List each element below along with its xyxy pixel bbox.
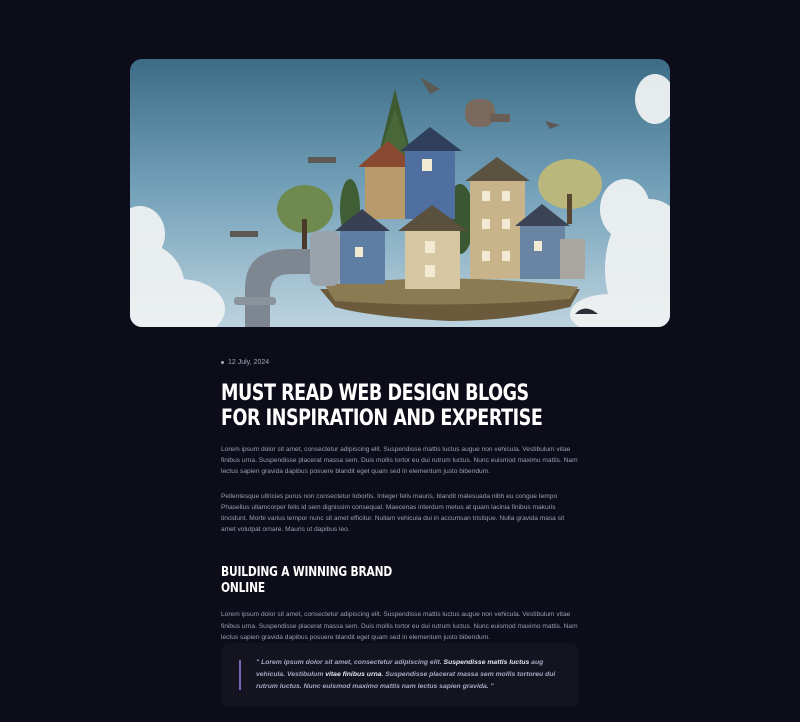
article-body: 12 July, 2024 Must Read Web Design Blogs… — [221, 355, 579, 643]
quote-emphasis: Suspendisse mattis luctus — [443, 659, 530, 666]
floating-houses-illustration — [130, 74, 670, 327]
quote-emphasis: vitae finibus urna — [325, 671, 382, 678]
section-paragraph: Lorem ipsum dolor sit amet, consectetur … — [221, 611, 578, 641]
post-meta: 12 July, 2024 — [221, 355, 579, 369]
intro-paragraph-2: Pellentesque ultricies purus non consect… — [221, 492, 565, 534]
bullet-dot-icon — [221, 360, 224, 364]
quote-text: " Lorem ipsum dolor sit amet, consectetu… — [256, 657, 562, 693]
quote-segment: " Lorem ipsum dolor sit amet, consectetu… — [256, 659, 444, 666]
post-date: 12 July, 2024 — [228, 358, 270, 366]
quote-accent-bar — [239, 660, 241, 690]
blockquote: " Lorem ipsum dolor sit amet, consectetu… — [222, 643, 578, 707]
featured-image — [130, 59, 670, 327]
section-heading: Building a Winning Brand Online — [221, 565, 393, 597]
post-title: Must Read Web Design Blogs for Inspirati… — [221, 380, 543, 431]
intro-paragraph-1: Lorem ipsum dolor sit amet, consectetur … — [221, 446, 578, 476]
